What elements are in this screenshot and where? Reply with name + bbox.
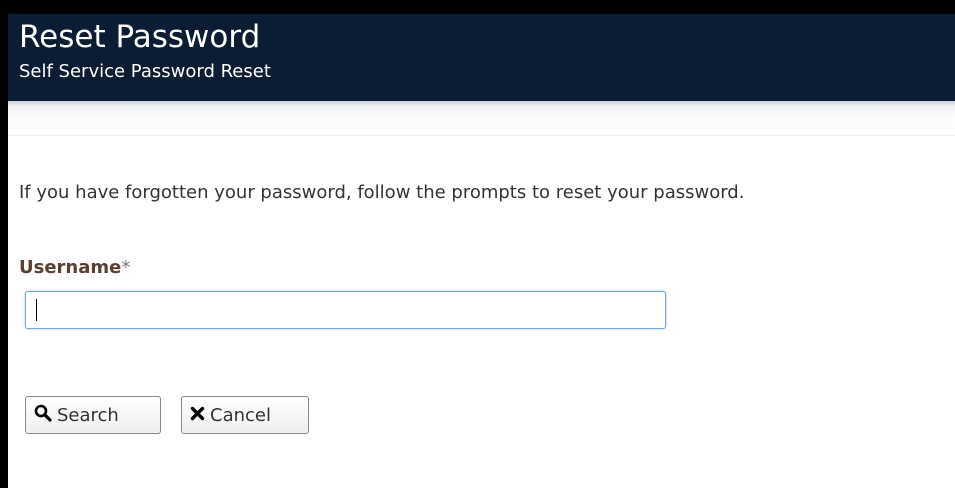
- page-title: Reset Password: [19, 19, 261, 55]
- username-label-text: Username: [19, 257, 122, 278]
- close-icon: [190, 405, 205, 426]
- search-icon: [34, 404, 52, 427]
- search-button-label: Search: [57, 404, 119, 426]
- text-caret: [36, 299, 37, 321]
- page-subtitle: Self Service Password Reset: [19, 61, 271, 82]
- username-input[interactable]: [25, 291, 666, 329]
- cancel-button[interactable]: Cancel: [181, 396, 309, 434]
- intro-text: If you have forgotten your password, fol…: [19, 182, 745, 203]
- required-indicator: *: [121, 257, 131, 278]
- top-bar: [8, 0, 955, 14]
- page-frame: Reset Password Self Service Password Res…: [8, 0, 955, 488]
- header-shadow: [8, 101, 955, 136]
- page-header: Reset Password Self Service Password Res…: [8, 0, 955, 101]
- cancel-button-label: Cancel: [210, 404, 271, 426]
- username-label: Username*: [19, 256, 130, 280]
- search-button[interactable]: Search: [25, 396, 161, 434]
